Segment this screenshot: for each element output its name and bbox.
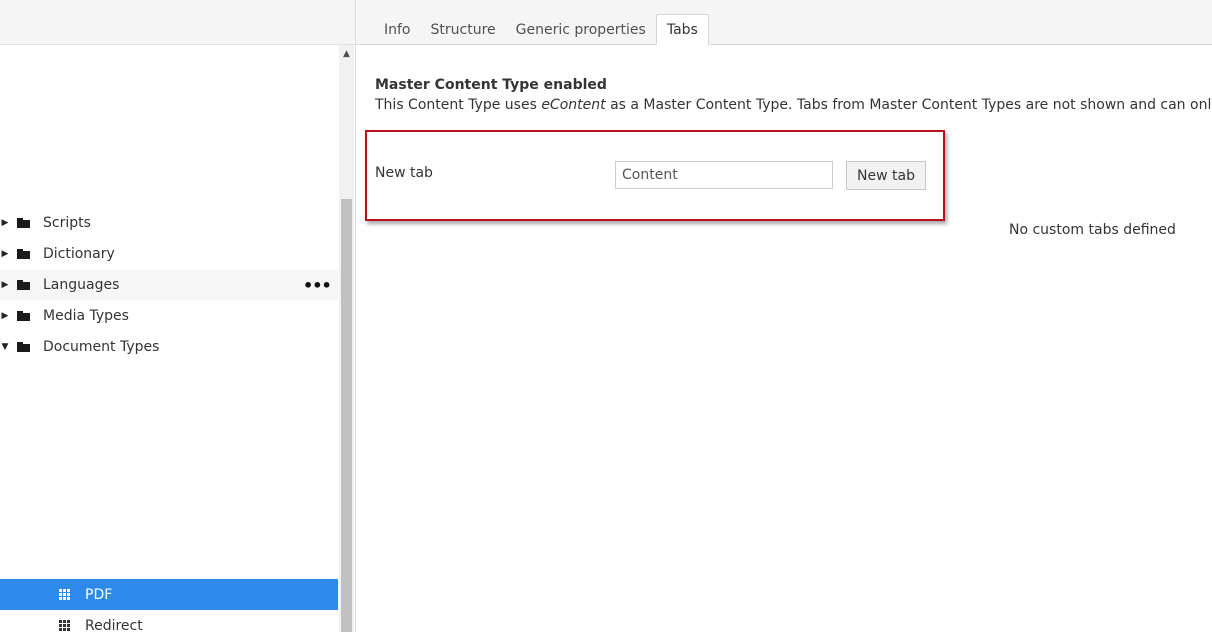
no-custom-tabs-message: No custom tabs defined — [1009, 222, 1176, 238]
tree-item-languages[interactable]: ▶ Languages ••• — [0, 270, 338, 300]
tab-info[interactable]: Info — [374, 14, 421, 45]
tab-generic-properties[interactable]: Generic properties — [506, 14, 656, 45]
document-type-icon — [59, 620, 71, 631]
new-tab-label: New tab — [375, 165, 433, 181]
caret-right-icon[interactable]: ▶ — [1, 311, 9, 321]
caret-right-icon[interactable]: ▶ — [1, 218, 9, 228]
tree-item-pdf[interactable]: PDF — [0, 579, 338, 610]
tree-item-dictionary[interactable]: ▶ Dictionary — [0, 239, 338, 269]
sidebar-scrollbar[interactable]: ▲ — [339, 45, 354, 632]
tree-item-document-types[interactable]: ▼ Document Types — [0, 332, 338, 362]
tree-item-label: Dictionary — [43, 246, 115, 262]
folder-icon — [17, 218, 30, 228]
new-tab-button[interactable]: New tab — [846, 161, 926, 190]
description-text: This Content Type uses — [375, 97, 542, 113]
master-content-type-title: Master Content Type enabled — [375, 77, 607, 93]
scrollbar-thumb[interactable] — [341, 199, 352, 632]
tree-item-label: Media Types — [43, 308, 129, 324]
tree-item-redirect[interactable]: Redirect — [0, 610, 338, 632]
more-options-icon[interactable]: ••• — [303, 276, 332, 295]
tree-item-label: Redirect — [85, 617, 143, 632]
sidebar-tree: ▶ Scripts ▶ Dictionary ▶ Languages ••• ▶… — [0, 45, 338, 632]
caret-down-icon[interactable]: ▼ — [1, 342, 9, 352]
tree-item-label: Languages — [43, 277, 120, 293]
tab-tabs[interactable]: Tabs — [655, 14, 709, 45]
tree-item-label: Scripts — [43, 215, 91, 231]
tree-item-scripts[interactable]: ▶ Scripts — [0, 208, 338, 238]
tab-structure[interactable]: Structure — [421, 14, 506, 45]
new-tab-name-input[interactable] — [615, 161, 833, 189]
tabs: Info Structure Generic properties Tabs — [374, 14, 709, 45]
tree-item-media-types[interactable]: ▶ Media Types — [0, 301, 338, 331]
folder-icon — [17, 311, 30, 321]
scroll-up-arrow-icon[interactable]: ▲ — [339, 45, 354, 63]
folder-icon — [17, 342, 30, 352]
tree-item-label: Document Types — [43, 339, 160, 355]
tree-item-label: PDF — [85, 586, 113, 603]
master-type-name: eContent — [541, 97, 606, 113]
description-text-rest: as a Master Content Type. Tabs from Mast… — [605, 97, 1212, 113]
sidebar-header — [0, 0, 355, 45]
caret-right-icon[interactable]: ▶ — [1, 249, 9, 259]
master-content-type-description: This Content Type uses eContent as a Mas… — [375, 97, 1212, 113]
caret-right-icon[interactable]: ▶ — [1, 280, 9, 290]
document-type-icon — [59, 589, 71, 600]
panel-divider — [355, 0, 356, 632]
folder-icon — [17, 249, 30, 259]
folder-icon — [17, 280, 30, 290]
